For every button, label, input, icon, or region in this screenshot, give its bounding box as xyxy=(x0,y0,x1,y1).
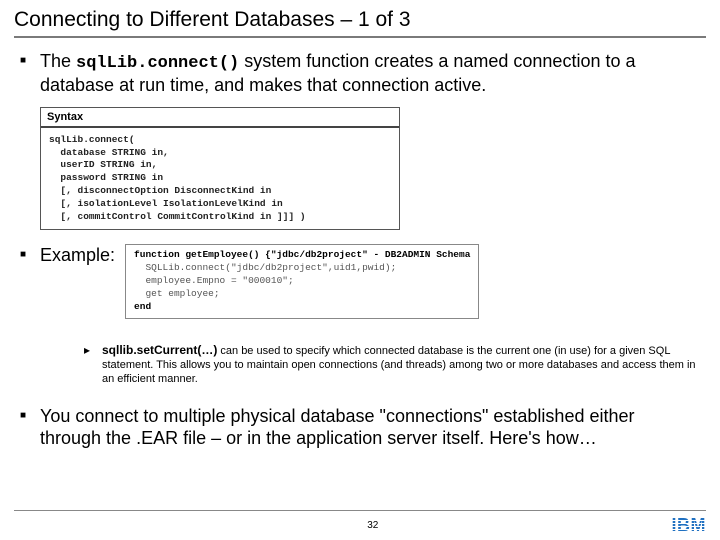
bullet-example: Example: function getEmployee() {"jdbc/d… xyxy=(14,244,706,386)
sub-note-lead: sqllib.setCurrent(…) xyxy=(102,343,217,357)
sub-note: sqllib.setCurrent(…) can be used to spec… xyxy=(84,343,704,387)
bullet-main: The sqlLib.connect() system function cre… xyxy=(14,50,706,97)
code-l4: get employee; xyxy=(134,288,220,299)
page-number: 32 xyxy=(367,520,378,531)
bullet-main-pre: The xyxy=(40,51,76,71)
syntax-box: Syntax sqlLib.connect( database STRING i… xyxy=(40,107,400,231)
example-code: function getEmployee() {"jdbc/db2project… xyxy=(125,244,479,318)
example-label: Example: xyxy=(40,244,115,267)
bullet-main-code: sqlLib.connect() xyxy=(76,54,239,73)
bullet-final: You connect to multiple physical databas… xyxy=(14,405,664,450)
footer-rule xyxy=(14,510,706,511)
footer: 32 IBM xyxy=(0,510,720,536)
slide-title: Connecting to Different Databases – 1 of… xyxy=(14,8,706,32)
code-l1: function getEmployee() {"jdbc/db2project… xyxy=(134,249,470,260)
code-l2: SQLLib.connect("jdbc/db2project",uid1,pw… xyxy=(134,262,396,273)
title-rule xyxy=(14,36,706,38)
code-l5: end xyxy=(134,301,151,312)
syntax-body: sqlLib.connect( database STRING in, user… xyxy=(41,128,399,230)
syntax-heading: Syntax xyxy=(41,108,399,128)
code-l3: employee.Empno = "000010"; xyxy=(134,275,294,286)
ibm-logo: IBM xyxy=(672,515,707,536)
